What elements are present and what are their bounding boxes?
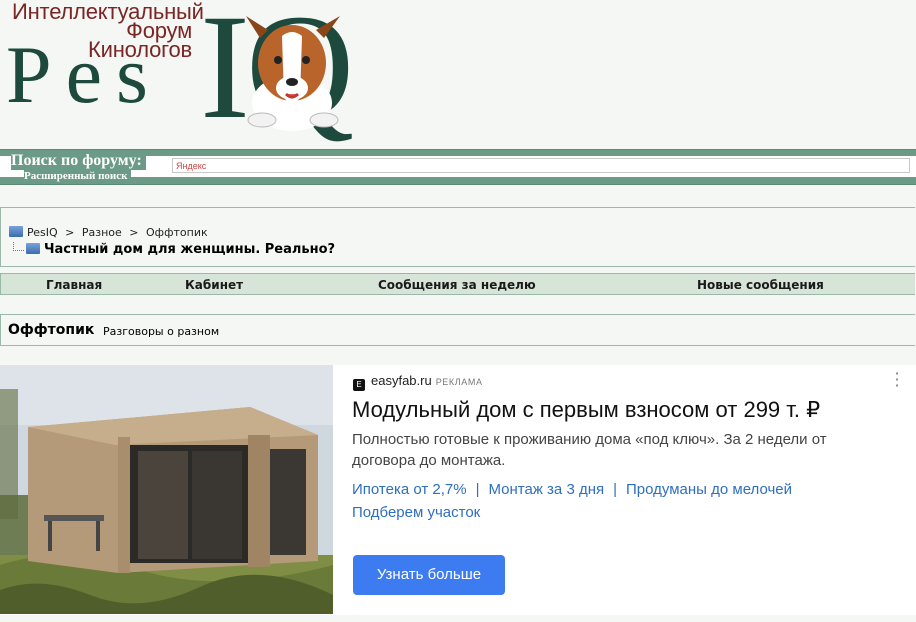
ad-link-plot[interactable]: Подберем участок — [352, 504, 480, 521]
ad-tag: РЕКЛАМА — [435, 377, 483, 387]
breadcrumb-separator: > — [65, 226, 75, 239]
tree-line-icon — [13, 242, 24, 251]
forum-search-bar: Поиск по форуму: Расширенный поиск Яндек… — [0, 149, 916, 185]
search-input[interactable]: Яндекс — [172, 158, 910, 173]
breadcrumb-separator: > — [129, 226, 139, 239]
dog-mascot-icon — [246, 16, 340, 131]
folder-icon — [9, 226, 23, 237]
site-logo[interactable]: Интеллектуальный Форум Кинологов Pes IQ — [0, 0, 916, 148]
ad-block[interactable]: Eeasyfab.ru РЕКЛАМА · · · Модульный дом с п… — [0, 365, 916, 615]
nav-weekly-messages[interactable]: Сообщения за неделю — [378, 278, 536, 292]
search-title: Поиск по форуму: — [11, 152, 146, 170]
more-options-icon[interactable]: · · · — [892, 366, 902, 394]
main-navbar: Главная Кабинет Сообщения за неделю Новы… — [0, 273, 915, 295]
nav-cabinet[interactable]: Кабинет — [185, 278, 243, 292]
ad-link-details[interactable]: Продуманы до мелочей — [626, 481, 792, 498]
section-subtitle: Разговоры о разном — [103, 325, 220, 338]
ad-sitelinks: Ипотека от 2,7% | Монтаж за 3 дня | Продуман… — [352, 478, 892, 524]
ad-domain[interactable]: Eeasyfab.ru РЕКЛАМА — [353, 373, 483, 391]
thread-title: Частный дом для женщины. Реально? — [13, 242, 335, 257]
section-title[interactable]: Оффтопик — [8, 322, 94, 338]
ad-house-photo[interactable] — [0, 365, 333, 614]
breadcrumb: PesIQ > Разное > Оффтопик — [9, 226, 212, 239]
link-separator: | — [475, 481, 480, 498]
section-header: Оффтопик Разговоры о разном — [0, 314, 915, 346]
learn-more-button[interactable]: Узнать больше — [353, 555, 505, 595]
ad-title[interactable]: Модульный дом с первым взносом от 299 т.… — [352, 397, 820, 423]
breadcrumb-item-pesiq[interactable]: PesIQ — [27, 226, 58, 239]
ad-link-installation[interactable]: Монтаж за 3 дня — [489, 481, 605, 498]
breadcrumb-item-misc[interactable]: Разное — [82, 226, 122, 239]
nav-home[interactable]: Главная — [46, 278, 102, 292]
thread-title-text: Частный дом для женщины. Реально? — [44, 242, 336, 257]
logo-text-pes: Pes — [6, 29, 162, 120]
favicon-icon: E — [353, 379, 365, 391]
folder-open-icon — [26, 243, 40, 254]
breadcrumb-box: PesIQ > Разное > Оффтопик Частный дом дл… — [0, 207, 915, 267]
ad-description: Полностью готовые к проживанию дома «под… — [352, 431, 827, 469]
breadcrumb-item-offtopic[interactable]: Оффтопик — [146, 226, 208, 239]
ad-link-mortgage[interactable]: Ипотека от 2,7% — [352, 481, 467, 498]
ad-domain-text[interactable]: easyfab.ru — [371, 373, 432, 388]
advanced-search-link[interactable]: Расширенный поиск — [24, 170, 132, 182]
link-separator: | — [613, 481, 618, 498]
nav-new-messages[interactable]: Новые сообщения — [697, 278, 824, 292]
